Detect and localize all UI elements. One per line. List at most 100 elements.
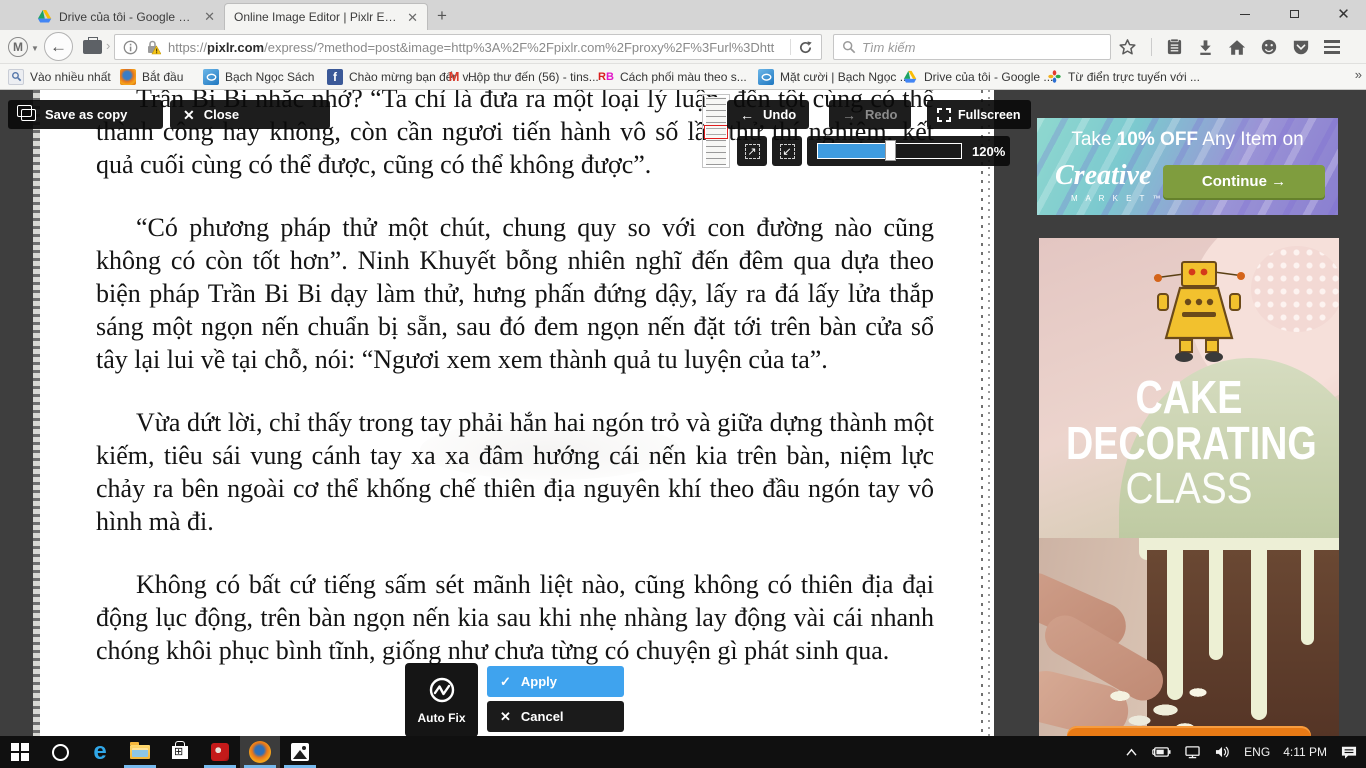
- extension-m-icon[interactable]: M: [8, 37, 28, 57]
- browser-tab-bar: Drive của tôi - Google Drive ✕ Online Im…: [0, 0, 1366, 30]
- close-icon: ✕: [500, 709, 511, 725]
- tab-close-icon[interactable]: ✕: [204, 10, 215, 23]
- auto-fix-button[interactable]: Auto Fix: [405, 663, 478, 737]
- taskbar-photos[interactable]: [280, 736, 320, 768]
- feedback-smiley-icon[interactable]: [1260, 38, 1278, 56]
- apply-button[interactable]: ✓ Apply: [487, 666, 624, 697]
- clock[interactable]: 4:11 PM: [1283, 745, 1327, 759]
- bookmarks-list-icon[interactable]: [1166, 38, 1183, 56]
- fullscreen-button[interactable]: Fullscreen: [927, 100, 1031, 129]
- action-center-icon[interactable]: [1340, 745, 1358, 760]
- fullscreen-label: Fullscreen: [958, 108, 1021, 122]
- zoom-slider-fill: [818, 144, 890, 158]
- language-indicator[interactable]: ENG: [1244, 745, 1270, 759]
- downloads-icon[interactable]: [1197, 39, 1214, 56]
- bookmark-smiley[interactable]: Mặt cười | Bạch Ngọc ...: [758, 64, 910, 89]
- edge-icon: e: [93, 740, 106, 764]
- insecure-lock-warning-icon[interactable]: [145, 39, 161, 55]
- zoom-slider-track[interactable]: [817, 143, 962, 159]
- close-editor-button[interactable]: ✕ Close: [170, 100, 330, 129]
- robot-mascot: [1144, 256, 1254, 366]
- ad-cta-button[interactable]: [1067, 726, 1311, 736]
- zoom-slider-handle[interactable]: [885, 140, 896, 161]
- taskbar-firefox[interactable]: [240, 736, 280, 768]
- zoom-level-label: 120%: [972, 144, 1005, 159]
- tray-chevron-icon[interactable]: [1125, 748, 1138, 757]
- window-close-button[interactable]: ✕: [1321, 0, 1366, 28]
- search-icon: [842, 40, 856, 54]
- creative-market-logo-sub: M A R K E T ™: [1071, 194, 1164, 203]
- extension-caret-icon[interactable]: ▼: [31, 44, 39, 53]
- paragraph: Vừa dứt lời, chỉ thấy trong tay phải hắn…: [96, 406, 934, 538]
- network-icon[interactable]: [1184, 745, 1201, 759]
- home-icon[interactable]: [1228, 39, 1246, 56]
- bookmark-most-visited[interactable]: Vào nhiều nhất: [8, 64, 111, 89]
- info-icon[interactable]: [123, 40, 138, 55]
- tab-close-icon[interactable]: ✕: [407, 11, 418, 24]
- taskbar-edge[interactable]: e: [80, 736, 120, 768]
- bookmarks-bar: Vào nhiều nhất Bắt đầu Bạch Ngọc Sách f …: [0, 64, 1366, 90]
- bookmarks-overflow-chevron[interactable]: »: [1355, 67, 1362, 82]
- toolbar-box-icon[interactable]: [83, 40, 102, 54]
- bookmark-google-drive[interactable]: Drive của tôi - Google ...: [902, 64, 1053, 89]
- url-bar[interactable]: https://pixlr.com/express/?method=post&i…: [114, 34, 822, 60]
- firefox-icon: [249, 741, 271, 763]
- redo-button[interactable]: → Redo: [829, 100, 911, 129]
- close-label: Close: [204, 107, 239, 122]
- cancel-button[interactable]: ✕ Cancel: [487, 701, 624, 732]
- battery-icon[interactable]: [1151, 746, 1171, 758]
- start-button[interactable]: [0, 736, 40, 768]
- cortana-button[interactable]: [40, 736, 80, 768]
- reload-icon[interactable]: [798, 40, 813, 55]
- new-tab-button[interactable]: +: [437, 6, 447, 26]
- close-icon: ✕: [183, 108, 195, 122]
- continue-button[interactable]: Continue →: [1163, 165, 1325, 198]
- creative-market-ad[interactable]: Take 10% OFF Any Item on Creative M A R …: [1037, 118, 1338, 215]
- tab-google-drive[interactable]: Drive của tôi - Google Drive ✕: [28, 3, 224, 30]
- back-button[interactable]: ←: [44, 32, 73, 61]
- save-as-copy-button[interactable]: Save as copy: [8, 100, 163, 129]
- menu-hamburger-icon[interactable]: [1324, 40, 1340, 54]
- document-page: Trần Bi Bi nhắc nhở? “Ta chỉ là đưa ra m…: [40, 90, 990, 736]
- zoom-out-diagonal-icon: ↗: [745, 144, 760, 159]
- bookmark-label: Cách phối màu theo s...: [620, 70, 747, 84]
- undo-button[interactable]: ← Undo: [727, 100, 809, 129]
- url-divider: [790, 39, 791, 55]
- bookmark-bach-ngoc-sach[interactable]: Bạch Ngọc Sách: [203, 64, 314, 89]
- tab-pixlr-editor[interactable]: Online Image Editor | Pixlr Expr... ✕: [224, 3, 428, 30]
- icing-drip: [1301, 550, 1314, 645]
- bookmark-label: Bạch Ngọc Sách: [225, 70, 314, 84]
- nav-chevron-icon: ›: [106, 38, 110, 53]
- bookmark-online-dictionary[interactable]: Từ điển trực tuyến với ...: [1046, 64, 1200, 89]
- window-minimize-button[interactable]: [1222, 0, 1267, 28]
- firefox-favicon: [120, 69, 136, 85]
- url-text[interactable]: https://pixlr.com/express/?method=post&i…: [168, 40, 783, 55]
- save-copy-icon: [21, 109, 36, 121]
- cake-decorating-ad[interactable]: CAKE DECORATING CLASS: [1039, 238, 1339, 736]
- taskbar-file-explorer[interactable]: [120, 736, 160, 768]
- blue-favicon: [758, 69, 774, 85]
- taskbar-app-red-icon: [211, 743, 229, 761]
- volume-icon[interactable]: [1214, 745, 1231, 759]
- pocket-icon[interactable]: [1292, 39, 1310, 56]
- rb-favicon: RB: [598, 69, 614, 85]
- search-box[interactable]: [833, 34, 1111, 60]
- zoom-fit-button[interactable]: ↗: [737, 136, 767, 166]
- window-maximize-button[interactable]: [1272, 0, 1317, 28]
- undo-arrow-icon: ←: [740, 108, 754, 122]
- pearl-cluster: [1251, 246, 1339, 332]
- taskbar-store[interactable]: [160, 736, 200, 768]
- bookmark-star-icon[interactable]: [1118, 38, 1137, 57]
- pinwheel-favicon: [1046, 69, 1062, 85]
- zoom-actual-button[interactable]: ↙: [772, 136, 802, 166]
- thumbnail-navigator[interactable]: [702, 94, 730, 168]
- bookmark-color-mixing[interactable]: RB Cách phối màu theo s...: [598, 64, 747, 89]
- bookmark-gmail-inbox[interactable]: M Hộp thư đến (56) - tins...: [446, 64, 599, 89]
- undo-label: Undo: [763, 107, 796, 122]
- screen: Drive của tôi - Google Drive ✕ Online Im…: [0, 0, 1366, 768]
- search-input[interactable]: [862, 40, 1102, 55]
- taskbar-red-app[interactable]: [200, 736, 240, 768]
- viewport-rectangle[interactable]: [704, 125, 728, 139]
- bookmark-getting-started[interactable]: Bắt đầu: [120, 64, 183, 89]
- check-icon: ✓: [500, 674, 511, 690]
